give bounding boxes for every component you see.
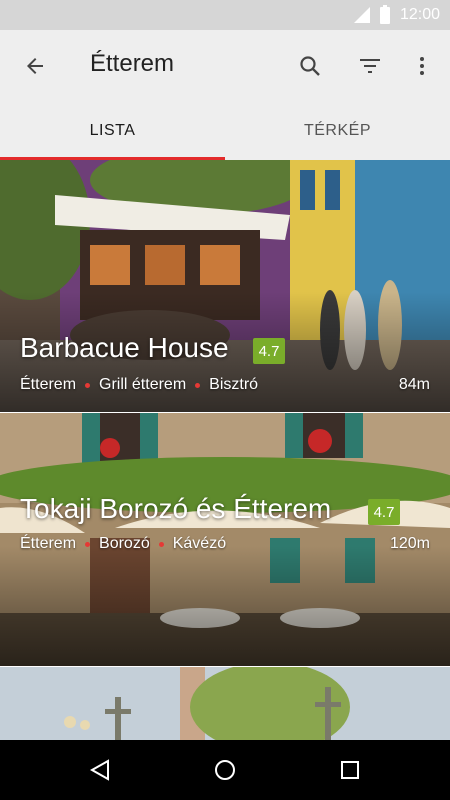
category-label: Grill étterem: [99, 376, 187, 393]
signal-icon: [353, 7, 370, 23]
separator-dot: [195, 382, 201, 388]
navigation-bar: [0, 740, 450, 800]
tab-label: LISTA: [89, 122, 136, 139]
category-label: Borozó: [99, 535, 150, 552]
separator-dot: [85, 541, 91, 547]
rating-badge: 4.7: [253, 338, 285, 364]
restaurant-list[interactable]: Barbacue House 4.7 Étterem Grill étterem…: [0, 160, 450, 740]
more-vert-icon[interactable]: [407, 51, 437, 81]
restaurant-categories: Étterem Grill étterem Bisztró: [20, 376, 258, 394]
category-label: Étterem: [20, 535, 77, 552]
restaurant-card[interactable]: [0, 667, 450, 740]
nav-recents-icon[interactable]: [335, 755, 365, 785]
category-label: Bisztró: [209, 376, 259, 393]
category-label: Kávézó: [172, 535, 227, 552]
tab-label: TÉRKÉP: [303, 122, 371, 139]
restaurant-distance: 120m: [389, 535, 430, 552]
filter-icon[interactable]: [355, 51, 385, 81]
tab-terkep[interactable]: TÉRKÉP: [225, 102, 450, 160]
tab-lista[interactable]: LISTA: [0, 102, 225, 160]
app-bar: Étterem: [0, 30, 450, 102]
category-label: Étterem: [20, 376, 77, 393]
tab-bar: LISTA TÉRKÉP: [0, 102, 450, 160]
restaurant-card[interactable]: Barbacue House 4.7 Étterem Grill étterem…: [0, 160, 450, 412]
restaurant-name: Barbacue House: [20, 332, 229, 363]
status-bar: 12:00: [0, 0, 450, 30]
battery-icon: [379, 4, 390, 24]
nav-home-icon[interactable]: [210, 755, 240, 785]
restaurant-name: Tokaji Borozó és Étterem: [20, 493, 332, 524]
search-icon[interactable]: [295, 51, 325, 81]
back-arrow-icon[interactable]: [20, 51, 50, 81]
restaurant-photo: [0, 667, 450, 740]
nav-back-icon[interactable]: [85, 755, 115, 785]
page-title: Étterem: [90, 50, 175, 77]
restaurant-distance: 84m: [398, 376, 430, 393]
photo-gradient: [0, 546, 450, 666]
restaurant-card[interactable]: Tokaji Borozó és Étterem 4.7 Étterem Bor…: [0, 413, 450, 666]
separator-dot: [158, 541, 164, 547]
rating-badge: 4.7: [368, 499, 400, 525]
separator-dot: [85, 382, 91, 388]
restaurant-categories: Étterem Borozó Kávézó: [20, 535, 226, 553]
status-time: 12:00: [399, 6, 440, 23]
